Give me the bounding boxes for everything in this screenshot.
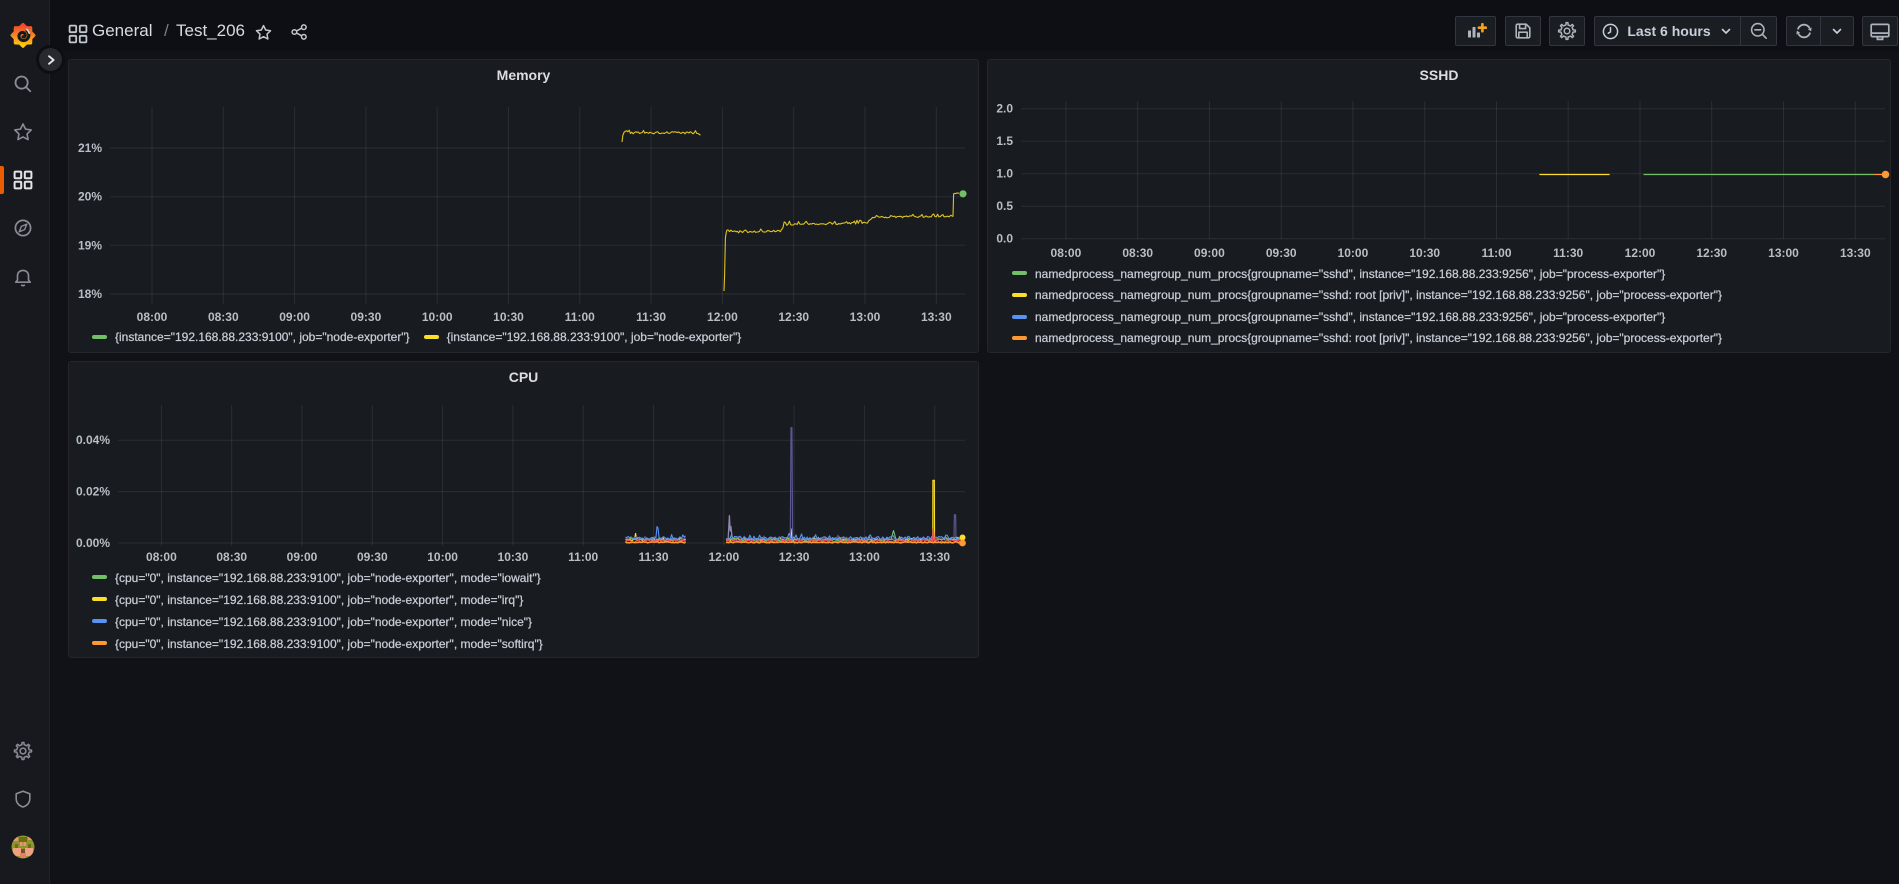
svg-text:20%: 20%	[78, 190, 102, 204]
svg-text:10:00: 10:00	[422, 310, 453, 324]
svg-text:09:00: 09:00	[287, 550, 318, 564]
svg-text:09:00: 09:00	[1194, 246, 1225, 260]
svg-text:08:30: 08:30	[216, 550, 247, 564]
svg-text:13:30: 13:30	[1840, 246, 1871, 260]
svg-text:1.5: 1.5	[996, 134, 1013, 148]
svg-text:10:00: 10:00	[427, 550, 458, 564]
svg-text:08:30: 08:30	[1122, 246, 1153, 260]
svg-text:09:30: 09:30	[1266, 246, 1297, 260]
svg-text:0.0: 0.0	[996, 232, 1013, 246]
svg-text:13:00: 13:00	[1768, 246, 1799, 260]
svg-text:09:30: 09:30	[351, 310, 382, 324]
svg-text:11:00: 11:00	[565, 310, 595, 324]
svg-text:0.02%: 0.02%	[76, 485, 110, 499]
svg-text:13:30: 13:30	[921, 310, 952, 324]
svg-text:10:30: 10:30	[493, 310, 524, 324]
svg-text:18%: 18%	[78, 287, 102, 301]
svg-text:12:00: 12:00	[707, 310, 738, 324]
svg-text:08:00: 08:00	[137, 310, 168, 324]
svg-text:11:30: 11:30	[638, 550, 668, 564]
svg-text:08:30: 08:30	[208, 310, 239, 324]
svg-text:1.0: 1.0	[996, 167, 1013, 181]
svg-text:12:30: 12:30	[1696, 246, 1727, 260]
svg-text:11:00: 11:00	[568, 550, 598, 564]
svg-text:13:00: 13:00	[849, 550, 880, 564]
svg-text:12:00: 12:00	[708, 550, 739, 564]
svg-text:10:30: 10:30	[498, 550, 529, 564]
svg-text:11:30: 11:30	[1553, 246, 1583, 260]
svg-text:19%: 19%	[78, 238, 102, 252]
svg-text:13:00: 13:00	[850, 310, 881, 324]
svg-text:08:00: 08:00	[146, 550, 177, 564]
svg-text:09:00: 09:00	[279, 310, 310, 324]
svg-text:11:30: 11:30	[636, 310, 666, 324]
svg-text:2.0: 2.0	[996, 102, 1013, 116]
svg-text:0.04%: 0.04%	[76, 433, 110, 447]
svg-text:0.00%: 0.00%	[76, 536, 110, 550]
svg-text:10:00: 10:00	[1338, 246, 1369, 260]
svg-text:08:00: 08:00	[1051, 246, 1082, 260]
svg-text:0.5: 0.5	[996, 199, 1013, 213]
svg-text:12:30: 12:30	[778, 310, 809, 324]
svg-text:10:30: 10:30	[1409, 246, 1440, 260]
svg-text:09:30: 09:30	[357, 550, 388, 564]
svg-text:21%: 21%	[78, 141, 102, 155]
svg-text:13:30: 13:30	[919, 550, 950, 564]
svg-text:12:00: 12:00	[1625, 246, 1656, 260]
svg-text:12:30: 12:30	[779, 550, 810, 564]
svg-text:11:00: 11:00	[1481, 246, 1511, 260]
